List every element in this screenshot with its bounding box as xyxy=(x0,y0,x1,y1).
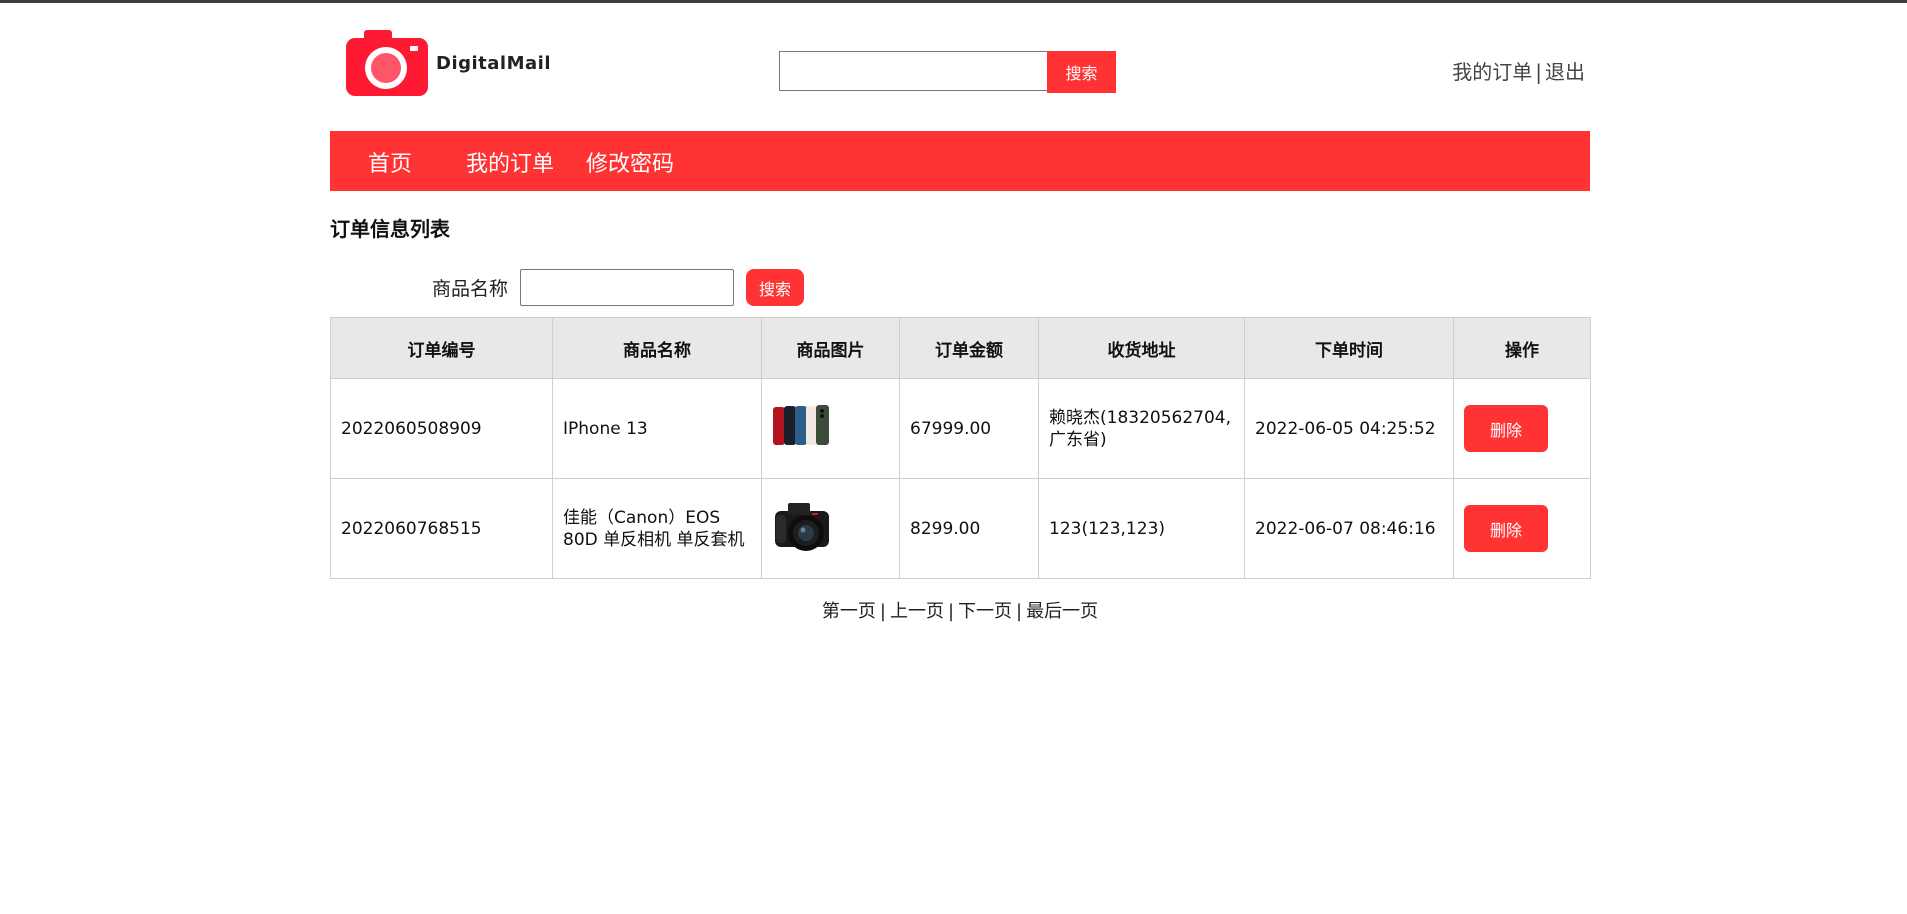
column-header: 收货地址 xyxy=(1038,317,1245,379)
last-page-link[interactable]: 最后一页 xyxy=(1026,601,1098,622)
my-orders-link[interactable]: 我的订单 xyxy=(1452,60,1532,84)
nav-item-home[interactable]: 首页 xyxy=(368,146,412,178)
delete-button[interactable]: 删除 xyxy=(1464,405,1548,452)
product-name-cell: 佳能（Canon）EOS 80D 单反相机 单反套机 xyxy=(552,478,762,579)
filter-search-button[interactable]: 搜索 xyxy=(746,269,805,306)
prev-page-link[interactable]: 上一页 xyxy=(890,601,944,622)
pagination: 第一页 | 上一页 | 下一页 | 最后一页 xyxy=(330,597,1590,623)
order-amount-cell: 67999.00 xyxy=(899,378,1039,479)
column-header: 订单编号 xyxy=(330,317,553,379)
iphone-13-image[interactable] xyxy=(772,404,830,448)
column-header: 商品图片 xyxy=(761,317,900,379)
top-search-button[interactable]: 搜索 xyxy=(1047,51,1116,93)
site-logo[interactable]: DigitalMail xyxy=(346,30,551,96)
logo-text: DigitalMail xyxy=(436,52,551,74)
action-cell: 删除 xyxy=(1453,478,1591,579)
product-image-cell xyxy=(761,478,900,579)
table-row: 2022060768515 佳能（Canon）EOS 80D 单反相机 单反套机 xyxy=(330,478,1591,579)
top-search-input[interactable] xyxy=(779,51,1047,91)
orders-table: 订单编号 商品名称 商品图片 订单金额 收货地址 下单时间 操作 2022060… xyxy=(330,317,1591,579)
order-number-cell: 2022060508909 xyxy=(330,378,553,479)
table-row: 2022060508909 IPhone 13 67999.00 赖晓杰(183… xyxy=(330,378,1591,479)
camera-logo-icon xyxy=(346,30,428,96)
action-cell: 删除 xyxy=(1453,378,1591,479)
table-header-row: 订单编号 商品名称 商品图片 订单金额 收货地址 下单时间 操作 xyxy=(330,317,1591,379)
column-header: 订单金额 xyxy=(899,317,1039,379)
column-header: 下单时间 xyxy=(1244,317,1454,379)
user-links: 我的订单 | 退出 xyxy=(1452,56,1585,85)
nav-item-my-orders[interactable]: 我的订单 xyxy=(466,146,554,178)
link-separator: | xyxy=(1535,60,1542,84)
canon-camera-image[interactable] xyxy=(772,497,832,555)
logout-link[interactable]: 退出 xyxy=(1545,60,1585,84)
order-number-cell: 2022060768515 xyxy=(330,478,553,579)
main-nav: 首页 我的订单 修改密码 xyxy=(330,131,1590,191)
top-search-bar: 搜索 xyxy=(779,51,1116,93)
top-border xyxy=(0,0,1907,3)
delete-button[interactable]: 删除 xyxy=(1464,505,1548,552)
product-image-cell xyxy=(761,378,900,479)
pager-separator: | xyxy=(947,601,955,622)
order-amount-cell: 8299.00 xyxy=(899,478,1039,579)
order-time-cell: 2022-06-05 04:25:52 xyxy=(1244,378,1454,479)
page-title: 订单信息列表 xyxy=(330,217,450,241)
product-name-label: 商品名称 xyxy=(432,278,509,300)
column-header: 商品名称 xyxy=(552,317,762,379)
product-name-cell: IPhone 13 xyxy=(552,378,762,479)
pager-separator: | xyxy=(879,601,886,622)
product-name-input[interactable] xyxy=(520,269,735,306)
shipping-address-cell: 赖晓杰(18320562704,广东省) xyxy=(1038,378,1245,479)
order-time-cell: 2022-06-07 08:46:16 xyxy=(1244,478,1454,579)
column-header: 操作 xyxy=(1453,317,1591,379)
first-page-link[interactable]: 第一页 xyxy=(822,601,876,622)
shipping-address-cell: 123(123,123) xyxy=(1038,478,1245,579)
next-page-link[interactable]: 下一页 xyxy=(958,601,1012,622)
nav-item-change-password[interactable]: 修改密码 xyxy=(586,146,674,178)
pager-separator: | xyxy=(1016,601,1023,622)
filter-bar: 商品名称 搜索 xyxy=(432,269,805,306)
